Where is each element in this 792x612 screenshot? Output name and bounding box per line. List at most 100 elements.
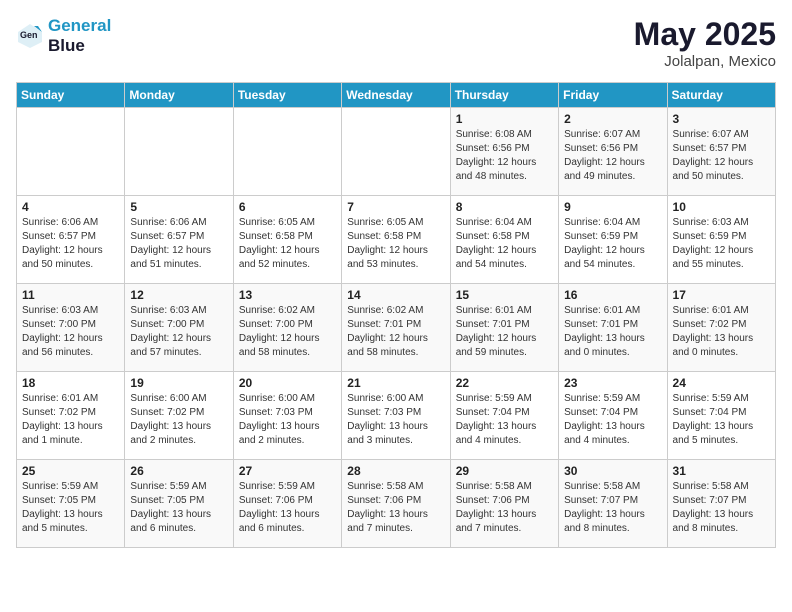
- logo: Gen General Blue: [16, 16, 111, 55]
- day-number: 13: [239, 288, 336, 302]
- day-number: 6: [239, 200, 336, 214]
- calendar-cell: 14Sunrise: 6:02 AM Sunset: 7:01 PM Dayli…: [342, 284, 450, 372]
- day-info: Sunrise: 6:03 AM Sunset: 6:59 PM Dayligh…: [673, 216, 770, 272]
- day-info: Sunrise: 5:59 AM Sunset: 7:05 PM Dayligh…: [130, 480, 227, 536]
- calendar-cell: [342, 108, 450, 196]
- calendar-cell: 17 Sunrise: 6:01 AM Sunset: 7:02 PM Dayli…: [667, 284, 775, 372]
- day-info: Sunrise: 5:59 AM Sunset: 7:05 PM Dayligh…: [22, 480, 119, 536]
- calendar-week-row: 4 Sunrise: 6:06 AM Sunset: 6:57 PM Daylig…: [17, 196, 776, 284]
- day-info: Sunrise: 5:59 AM Sunset: 7:04 PM Dayligh…: [456, 392, 553, 448]
- logo-icon: Gen: [16, 22, 44, 50]
- calendar-week-row: 25 Sunrise: 5:59 AM Sunset: 7:05 PM Dayli…: [17, 460, 776, 548]
- logo-text: General Blue: [48, 16, 111, 55]
- calendar-cell: 11 Sunrise: 6:03 AM Sunset: 7:00 PM Dayli…: [17, 284, 125, 372]
- day-info: Sunrise: 6:03 AM Sunset: 7:00 PM Dayligh…: [130, 304, 227, 360]
- calendar-cell: 27 Sunrise: 5:59 AM Sunset: 7:06 PM Dayli…: [233, 460, 341, 548]
- calendar-table: SundayMondayTuesdayWednesdayThursdayFrid…: [16, 82, 776, 548]
- day-number: 7: [347, 200, 444, 214]
- calendar-cell: 20Sunrise: 6:00 AM Sunset: 7:03 PM Dayli…: [233, 372, 341, 460]
- day-info: Sunrise: 6:07 AM Sunset: 6:56 PM Dayligh…: [564, 128, 661, 184]
- calendar-cell: 21 Sunrise: 6:00 AM Sunset: 7:03 PM Dayli…: [342, 372, 450, 460]
- day-info: Sunrise: 5:59 AM Sunset: 7:06 PM Dayligh…: [239, 480, 336, 536]
- day-info: Sunrise: 6:01 AM Sunset: 7:01 PM Dayligh…: [564, 304, 661, 360]
- calendar-cell: 6 Sunrise: 6:05 AM Sunset: 6:58 PM Daylig…: [233, 196, 341, 284]
- day-info: Sunrise: 6:06 AM Sunset: 6:57 PM Dayligh…: [130, 216, 227, 272]
- day-number: 27: [239, 464, 336, 478]
- day-number: 28: [347, 464, 444, 478]
- weekday-header: Saturday: [667, 83, 775, 108]
- calendar-cell: 10Sunrise: 6:03 AM Sunset: 6:59 PM Dayli…: [667, 196, 775, 284]
- calendar-cell: 5 Sunrise: 6:06 AM Sunset: 6:57 PM Daylig…: [125, 196, 233, 284]
- calendar-cell: 7 Sunrise: 6:05 AM Sunset: 6:58 PM Daylig…: [342, 196, 450, 284]
- day-number: 17: [673, 288, 770, 302]
- day-info: Sunrise: 6:03 AM Sunset: 7:00 PM Dayligh…: [22, 304, 119, 360]
- calendar-cell: 30 Sunrise: 5:58 AM Sunset: 7:07 PM Dayli…: [559, 460, 667, 548]
- day-info: Sunrise: 5:58 AM Sunset: 7:07 PM Dayligh…: [564, 480, 661, 536]
- svg-text:Gen: Gen: [20, 30, 38, 40]
- page-subtitle: Jolalpan, Mexico: [634, 53, 776, 70]
- day-number: 30: [564, 464, 661, 478]
- page-title: May 2025: [634, 16, 776, 53]
- calendar-cell: [125, 108, 233, 196]
- calendar-cell: [233, 108, 341, 196]
- day-info: Sunrise: 5:59 AM Sunset: 7:04 PM Dayligh…: [564, 392, 661, 448]
- day-number: 16: [564, 288, 661, 302]
- day-number: 3: [673, 112, 770, 126]
- calendar-cell: 29Sunrise: 5:58 AM Sunset: 7:06 PM Dayli…: [450, 460, 558, 548]
- day-number: 25: [22, 464, 119, 478]
- day-info: Sunrise: 6:04 AM Sunset: 6:59 PM Dayligh…: [564, 216, 661, 272]
- day-info: Sunrise: 5:59 AM Sunset: 7:04 PM Dayligh…: [673, 392, 770, 448]
- day-number: 1: [456, 112, 553, 126]
- weekday-header: Thursday: [450, 83, 558, 108]
- day-info: Sunrise: 5:58 AM Sunset: 7:07 PM Dayligh…: [673, 480, 770, 536]
- calendar-cell: 19Sunrise: 6:00 AM Sunset: 7:02 PM Dayli…: [125, 372, 233, 460]
- calendar-cell: 26Sunrise: 5:59 AM Sunset: 7:05 PM Dayli…: [125, 460, 233, 548]
- day-number: 11: [22, 288, 119, 302]
- day-number: 4: [22, 200, 119, 214]
- day-info: Sunrise: 6:02 AM Sunset: 7:01 PM Dayligh…: [347, 304, 444, 360]
- day-info: Sunrise: 6:00 AM Sunset: 7:03 PM Dayligh…: [347, 392, 444, 448]
- calendar-cell: [17, 108, 125, 196]
- calendar-cell: 28 Sunrise: 5:58 AM Sunset: 7:06 PM Dayli…: [342, 460, 450, 548]
- day-number: 2: [564, 112, 661, 126]
- day-number: 8: [456, 200, 553, 214]
- day-number: 5: [130, 200, 227, 214]
- calendar-cell: 13 Sunrise: 6:02 AM Sunset: 7:00 PM Dayli…: [233, 284, 341, 372]
- calendar-cell: 8 Sunrise: 6:04 AM Sunset: 6:58 PM Daylig…: [450, 196, 558, 284]
- day-info: Sunrise: 6:05 AM Sunset: 6:58 PM Dayligh…: [347, 216, 444, 272]
- day-number: 22: [456, 376, 553, 390]
- calendar-cell: 23 Sunrise: 5:59 AM Sunset: 7:04 PM Dayli…: [559, 372, 667, 460]
- calendar-cell: 24Sunrise: 5:59 AM Sunset: 7:04 PM Dayli…: [667, 372, 775, 460]
- calendar-week-row: 18Sunrise: 6:01 AM Sunset: 7:02 PM Dayli…: [17, 372, 776, 460]
- calendar-cell: 25 Sunrise: 5:59 AM Sunset: 7:05 PM Dayli…: [17, 460, 125, 548]
- calendar-cell: 31 Sunrise: 5:58 AM Sunset: 7:07 PM Dayli…: [667, 460, 775, 548]
- day-number: 12: [130, 288, 227, 302]
- day-info: Sunrise: 6:08 AM Sunset: 6:56 PM Dayligh…: [456, 128, 553, 184]
- weekday-header: Sunday: [17, 83, 125, 108]
- calendar-cell: 12 Sunrise: 6:03 AM Sunset: 7:00 PM Dayli…: [125, 284, 233, 372]
- title-block: May 2025 Jolalpan, Mexico: [634, 16, 776, 70]
- day-number: 15: [456, 288, 553, 302]
- day-info: Sunrise: 6:01 AM Sunset: 7:01 PM Dayligh…: [456, 304, 553, 360]
- weekday-header: Monday: [125, 83, 233, 108]
- day-info: Sunrise: 5:58 AM Sunset: 7:06 PM Dayligh…: [456, 480, 553, 536]
- day-number: 23: [564, 376, 661, 390]
- day-number: 19: [130, 376, 227, 390]
- calendar-cell: 2 Sunrise: 6:07 AM Sunset: 6:56 PM Daylig…: [559, 108, 667, 196]
- calendar-cell: 1 Sunrise: 6:08 AM Sunset: 6:56 PM Daylig…: [450, 108, 558, 196]
- calendar-week-row: 11 Sunrise: 6:03 AM Sunset: 7:00 PM Dayli…: [17, 284, 776, 372]
- day-number: 21: [347, 376, 444, 390]
- calendar-cell: 3Sunrise: 6:07 AM Sunset: 6:57 PM Daylig…: [667, 108, 775, 196]
- day-info: Sunrise: 6:02 AM Sunset: 7:00 PM Dayligh…: [239, 304, 336, 360]
- calendar-cell: 18Sunrise: 6:01 AM Sunset: 7:02 PM Dayli…: [17, 372, 125, 460]
- weekday-header: Friday: [559, 83, 667, 108]
- day-info: Sunrise: 6:00 AM Sunset: 7:03 PM Dayligh…: [239, 392, 336, 448]
- day-info: Sunrise: 6:01 AM Sunset: 7:02 PM Dayligh…: [673, 304, 770, 360]
- day-number: 31: [673, 464, 770, 478]
- day-info: Sunrise: 6:04 AM Sunset: 6:58 PM Dayligh…: [456, 216, 553, 272]
- calendar-cell: 15 Sunrise: 6:01 AM Sunset: 7:01 PM Dayli…: [450, 284, 558, 372]
- day-number: 9: [564, 200, 661, 214]
- day-info: Sunrise: 5:58 AM Sunset: 7:06 PM Dayligh…: [347, 480, 444, 536]
- day-info: Sunrise: 6:05 AM Sunset: 6:58 PM Dayligh…: [239, 216, 336, 272]
- calendar-cell: 22 Sunrise: 5:59 AM Sunset: 7:04 PM Dayli…: [450, 372, 558, 460]
